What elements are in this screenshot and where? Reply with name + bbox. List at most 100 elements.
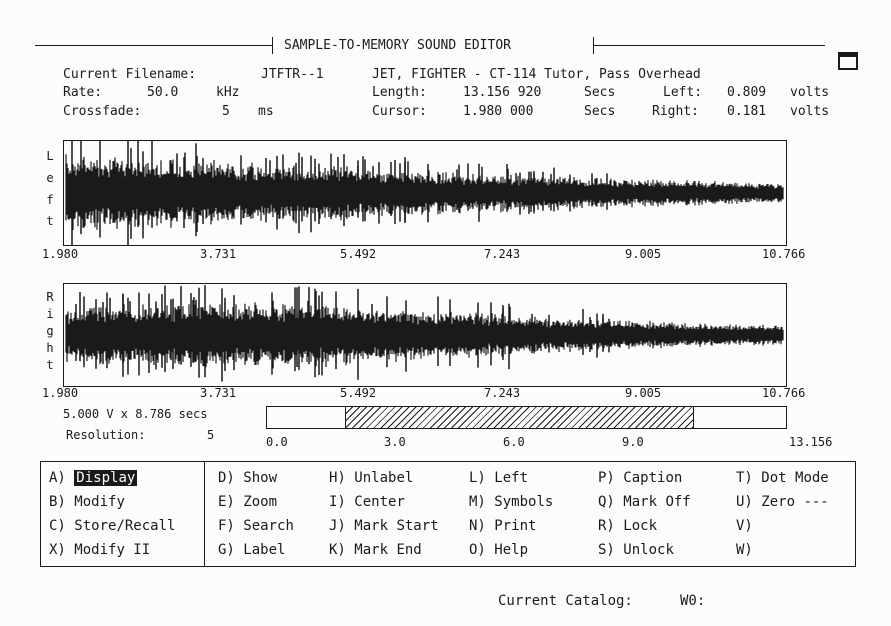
menu-item-unlock[interactable]: S) Unlock	[598, 538, 674, 562]
menu-label: Mark Off	[623, 494, 691, 510]
menu-key: N)	[469, 518, 486, 534]
menu-item-print[interactable]: N) Print	[469, 514, 536, 538]
menu-label: Unlabel	[354, 470, 414, 486]
right-letter: t	[46, 358, 54, 372]
menu-key: O)	[469, 542, 486, 558]
menu-divider	[204, 462, 205, 566]
catalog-label: Current Catalog:	[498, 593, 633, 609]
menu-label: Caption	[623, 470, 683, 486]
menu-key: A)	[49, 470, 66, 486]
rate-label: Rate:	[63, 85, 103, 100]
menu-item-mark-off[interactable]: Q) Mark Off	[598, 490, 691, 514]
menu-label: Search	[243, 518, 294, 534]
cursor-label: Cursor:	[372, 104, 427, 119]
right-letter: h	[46, 341, 54, 355]
right-waveform-panel[interactable]	[63, 283, 787, 387]
menu-key: K)	[329, 542, 346, 558]
menu-item-store-recall[interactable]: C) Store/Recall	[49, 514, 175, 538]
menu-label-selected: Display	[74, 470, 138, 486]
menu-key: J)	[329, 518, 346, 534]
menu-key: U)	[736, 494, 753, 510]
resolution-label: Resolution:	[66, 428, 146, 442]
catalog-value: W0:	[680, 593, 706, 609]
menu-key: H)	[329, 470, 346, 486]
left-letter: f	[46, 193, 54, 207]
menu-item-center[interactable]: I) Center	[329, 490, 405, 514]
command-menu: A) Display B) Modify C) Store/Recall X) …	[40, 461, 856, 567]
menu-item-symbols[interactable]: M) Symbols	[469, 490, 553, 514]
sound-description: JET, FIGHTER - CT-114 Tutor, Pass Overhe…	[372, 67, 701, 82]
right-volts-label: Right:	[652, 104, 699, 119]
menu-item-label[interactable]: G) Label	[218, 538, 285, 562]
menu-key: W)	[736, 542, 753, 558]
menu-item-search[interactable]: F) Search	[218, 514, 294, 538]
menu-key: C)	[49, 518, 66, 534]
length-unit: Secs	[584, 85, 616, 100]
menu-label: Store/Recall	[74, 518, 176, 534]
left-letter: L	[46, 149, 54, 163]
menu-key: G)	[218, 542, 235, 558]
menu-item-unlabel[interactable]: H) Unlabel	[329, 466, 413, 490]
menu-key: M)	[469, 494, 486, 510]
length-label: Length:	[372, 85, 427, 100]
right-tick-label: 3.731	[200, 386, 237, 400]
left-tick-label: 3.731	[200, 247, 237, 261]
left-volts-unit: volts	[790, 85, 830, 100]
filename-label: Current Filename:	[63, 67, 197, 82]
window-icon[interactable]	[838, 52, 858, 70]
menu-key: F)	[218, 518, 235, 534]
menu-key: P)	[598, 470, 615, 486]
menu-item-w[interactable]: W)	[736, 538, 761, 562]
cursor-value: 1.980 000	[463, 104, 534, 119]
left-tick-label: 7.243	[484, 247, 521, 261]
resolution-value: 5	[207, 428, 215, 442]
menu-item-left[interactable]: L) Left	[469, 466, 528, 490]
left-waveform	[65, 141, 784, 245]
overview-tick-label: 9.0	[622, 435, 644, 449]
menu-label: Show	[243, 470, 278, 486]
menu-label: Lock	[623, 518, 658, 534]
overview-view-window[interactable]	[345, 407, 694, 428]
right-tick-label: 9.005	[625, 386, 662, 400]
right-waveform	[65, 285, 784, 382]
menu-item-mark-end[interactable]: K) Mark End	[329, 538, 422, 562]
crossfade-label: Crossfade:	[63, 104, 142, 119]
overview-tick-label: 0.0	[266, 435, 288, 449]
menu-item-modify-ii[interactable]: X) Modify II	[49, 538, 150, 562]
left-tick-label: 9.005	[625, 247, 662, 261]
menu-key: B)	[49, 494, 66, 510]
menu-item-show[interactable]: D) Show	[218, 466, 277, 490]
menu-item-zoom[interactable]: E) Zoom	[218, 490, 277, 514]
rate-unit: kHz	[216, 85, 240, 100]
left-volts-label: Left:	[663, 85, 703, 100]
left-letter: e	[46, 171, 54, 185]
menu-item-display[interactable]: A) Display	[49, 466, 138, 490]
title-bracket-left	[272, 37, 273, 54]
right-tick-label: 5.492	[340, 386, 377, 400]
menu-item-dot-mode[interactable]: T) Dot Mode	[736, 466, 829, 490]
menu-item-caption[interactable]: P) Caption	[598, 466, 682, 490]
menu-item-zero[interactable]: U) Zero ---	[736, 490, 829, 514]
menu-label: Symbols	[494, 494, 554, 510]
right-tick-label: 1.980	[42, 386, 79, 400]
menu-key: X)	[49, 542, 66, 558]
cursor-unit: Secs	[584, 104, 616, 119]
left-waveform-panel[interactable]	[63, 140, 787, 246]
left-tick-label: 5.492	[340, 247, 377, 261]
overview-bar[interactable]	[266, 406, 787, 429]
menu-item-modify[interactable]: B) Modify	[49, 490, 125, 514]
overview-tick-label: 6.0	[503, 435, 525, 449]
menu-key: R)	[598, 518, 615, 534]
scale-readout: 5.000 V x 8.786 secs	[63, 407, 208, 421]
menu-key: S)	[598, 542, 615, 558]
menu-label: Modify	[74, 494, 125, 510]
right-tick-label: 7.243	[484, 386, 521, 400]
right-letter: g	[46, 324, 54, 338]
menu-key: L)	[469, 470, 486, 486]
menu-key: V)	[736, 518, 753, 534]
menu-label: Modify II	[74, 542, 151, 558]
menu-item-help[interactable]: O) Help	[469, 538, 528, 562]
menu-item-lock[interactable]: R) Lock	[598, 514, 657, 538]
menu-item-v[interactable]: V)	[736, 514, 761, 538]
menu-item-mark-start[interactable]: J) Mark Start	[329, 514, 439, 538]
